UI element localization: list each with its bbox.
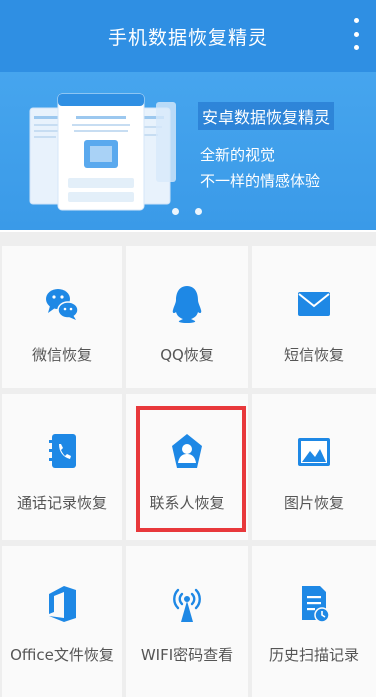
- tile-label: 通话记录恢复: [16, 494, 107, 512]
- carousel-dots[interactable]: [172, 208, 202, 215]
- wechat-recovery-tile[interactable]: 微信恢复: [2, 246, 122, 388]
- qq-penguin-icon: [172, 286, 202, 323]
- phones-illustration: [29, 93, 176, 211]
- tile-label: Office文件恢复: [10, 646, 114, 664]
- office-recovery-tile[interactable]: Office文件恢复: [2, 546, 122, 697]
- tile-label: 图片恢复: [283, 494, 344, 512]
- tile-label: QQ恢复: [160, 346, 214, 364]
- banner-carousel[interactable]: 安卓数据恢复精灵 全新的视觉 不一样的情感体验: [0, 72, 376, 230]
- sms-recovery-tile[interactable]: 短信恢复: [252, 246, 376, 388]
- app-bar: 手机数据恢复精灵: [0, 0, 376, 72]
- history-document-icon: [302, 586, 330, 623]
- tile-label: 微信恢复: [31, 346, 92, 364]
- wechat-icon: [46, 289, 79, 320]
- call-log-recovery-tile[interactable]: 通话记录恢复: [2, 394, 122, 540]
- office-icon: [49, 586, 76, 622]
- picture-icon: [298, 438, 330, 466]
- app-title: 手机数据恢复精灵: [107, 26, 268, 49]
- call-log-icon: [49, 434, 76, 468]
- carousel-dot[interactable]: [172, 208, 179, 215]
- scan-history-tile[interactable]: 历史扫描记录: [252, 546, 376, 697]
- envelope-icon: [298, 292, 330, 316]
- photo-recovery-tile[interactable]: 图片恢复: [252, 394, 376, 540]
- wifi-password-tile[interactable]: WIFI密码查看: [126, 546, 248, 697]
- tile-label: 历史扫描记录: [268, 646, 359, 664]
- highlight-box: [136, 406, 246, 532]
- more-vertical-icon[interactable]: [348, 16, 364, 52]
- banner-line-2: 不一样的情感体验: [200, 172, 321, 190]
- banner-headline: 安卓数据恢复精灵: [198, 102, 335, 130]
- banner-line-1: 全新的视觉: [200, 146, 276, 164]
- tile-label: 短信恢复: [283, 346, 344, 364]
- carousel-dot[interactable]: [195, 208, 202, 215]
- wifi-antenna-icon: [173, 588, 201, 622]
- qq-recovery-tile[interactable]: QQ恢复: [126, 246, 248, 388]
- tile-label: WIFI密码查看: [140, 646, 234, 664]
